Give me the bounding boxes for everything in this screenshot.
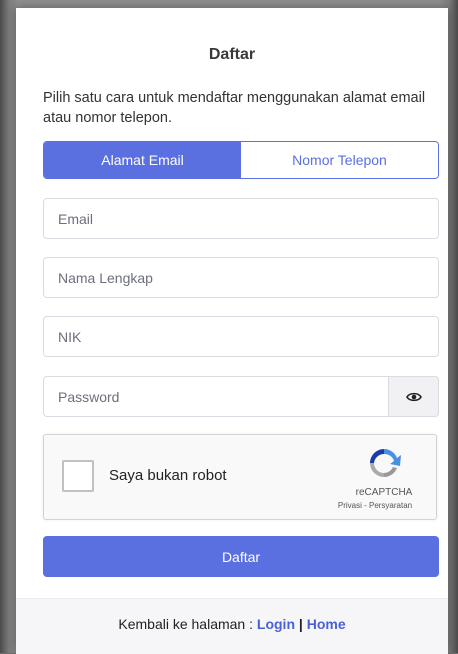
register-method-tabs: Alamat Email Nomor Telepon [43,141,439,179]
recaptcha-brand: reCAPTCHA [355,487,413,498]
password-input[interactable] [44,388,388,405]
fullname-field [43,257,439,298]
footer-separator: | [295,616,307,632]
footer-prefix: Kembali ke halaman : [118,616,257,632]
eye-icon [405,392,422,401]
recaptcha-terms-link[interactable]: Persyaratan [369,501,412,510]
tab-phone[interactable]: Nomor Telepon [241,142,438,178]
card-footer: Kembali ke halaman : Login | Home [16,598,448,654]
form-description: Pilih satu cara untuk mendaftar mengguna… [43,90,426,126]
nik-field [43,316,439,357]
recaptcha-label: Saya bukan robot [109,467,227,484]
tab-email[interactable]: Alamat Email [44,142,241,178]
recaptcha-links: Privasi - Persyaratan [314,501,436,510]
email-input[interactable] [44,210,438,227]
recaptcha-links-separator: - [361,501,369,510]
recaptcha-privacy-link[interactable]: Privasi [338,501,362,510]
recaptcha-logo-icon [370,449,401,477]
password-field [43,376,389,417]
toggle-password-button[interactable] [389,376,439,417]
nik-input[interactable] [44,328,438,345]
email-field [43,198,439,239]
register-card: Daftar Pilih satu cara untuk mendaftar m… [16,8,448,654]
page-title: Daftar [208,46,256,63]
register-submit-button[interactable]: Daftar [43,536,439,577]
home-link[interactable]: Home [307,616,346,632]
recaptcha-widget: Saya bukan robot reCAPTCHA Privasi - Per… [43,434,437,520]
fullname-input[interactable] [44,269,438,286]
login-link[interactable]: Login [257,616,295,632]
footer-navigation: Kembali ke halaman : Login | Home [16,616,448,632]
recaptcha-checkbox[interactable] [62,460,94,492]
register-card-body: Daftar Pilih satu cara untuk mendaftar m… [16,8,448,598]
